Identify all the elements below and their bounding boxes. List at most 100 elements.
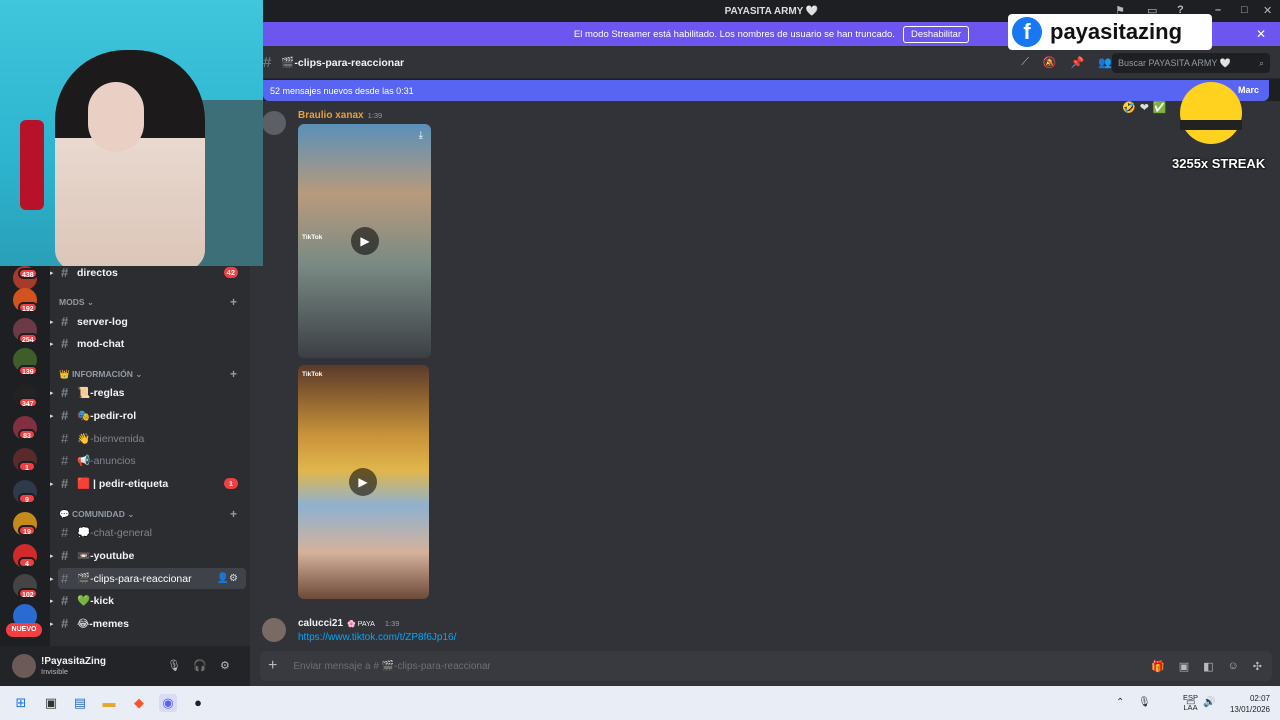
channel-kick[interactable]: ▸ # 💚-kick <box>50 590 246 611</box>
tray-chevron-icon[interactable]: ⌃ <box>1116 697 1124 708</box>
channel-server-log[interactable]: ▸ # server-log <box>50 311 246 332</box>
gear-icon[interactable]: ⚙ <box>220 659 230 672</box>
windows-start-icon[interactable]: ⊞ <box>12 694 30 712</box>
avatar[interactable] <box>12 654 36 678</box>
unread-indicator: ▸ <box>50 412 54 420</box>
unread-indicator: ▸ <box>50 318 54 326</box>
headphones-icon[interactable]: 🎧 <box>193 659 207 672</box>
channel-label: server-log <box>77 315 128 328</box>
add-attachment-icon[interactable]: + <box>268 657 277 675</box>
bee-stripe <box>1180 120 1242 130</box>
volume-icon[interactable]: 🔊 <box>1203 697 1215 708</box>
hash-icon: # <box>61 476 69 491</box>
taskbar: ⊞ ▣ ▤ ▬ ◆ ◉ ● ⌃ 🎙 ESP LAA ▭ 🔊 02:07 13/0… <box>0 686 1280 720</box>
banner-text: El modo Streamer está habilitado. Los no… <box>573 28 895 40</box>
unread-indicator: ▸ <box>50 340 54 348</box>
play-icon[interactable]: ▶ <box>351 227 379 255</box>
channel-chat-general[interactable]: # 💭-chat-general <box>58 522 246 543</box>
server-badge: 347 <box>18 397 38 408</box>
message-avatar[interactable] <box>262 111 286 135</box>
channel-memes[interactable]: ▸ # 😂-memes <box>50 613 246 634</box>
mic-tray-icon[interactable]: 🎙 <box>1138 697 1151 708</box>
message-link[interactable]: https://www.tiktok.com/t/ZP8f6Jp16/ <box>298 632 456 643</box>
search-placeholder: Buscar PAYASITA ARMY 🤍 <box>1118 57 1231 68</box>
channel-youtube[interactable]: ▸ # 📼-youtube <box>50 545 246 566</box>
new-messages-bar[interactable]: 52 mensajes nuevos desde las 0:31 Marc <box>263 80 1269 101</box>
mention-count: 42 <box>223 267 238 278</box>
hash-icon: # <box>263 53 272 71</box>
facebook-name: payasitazing <box>1050 19 1183 44</box>
channel-label: 📜-reglas <box>77 387 125 399</box>
channel-label: mod-chat <box>77 337 125 350</box>
sticker-icon[interactable]: ◧ <box>1203 660 1213 673</box>
tiktok-label: TikTok <box>302 234 323 241</box>
add-channel-icon[interactable]: + <box>230 367 237 381</box>
channel-pedir-rol[interactable]: ▸ # 🎭-pedir-rol <box>50 405 246 426</box>
channel-bienvenida[interactable]: # 👋-bienvenida <box>58 428 246 449</box>
apps-icon[interactable]: ✣ <box>1253 660 1262 673</box>
laugh-emoji-icon[interactable]: 🤣 <box>1122 101 1136 114</box>
message-avatar[interactable] <box>262 618 286 642</box>
close-icon[interactable]: ✕ <box>1256 27 1266 41</box>
message-input[interactable]: + Enviar mensaje a # 🎬-clips-para-reacci… <box>260 651 1272 681</box>
message-header: Braulio xanax 1:39 <box>298 110 382 121</box>
message-author[interactable]: calucci21 <box>298 618 343 629</box>
channel-reglas[interactable]: ▸ # 📜-reglas <box>50 382 246 403</box>
streak-text: 3255x STREAK <box>1172 156 1266 171</box>
play-icon[interactable]: ▶ <box>349 468 377 496</box>
network-icon[interactable]: ▭ <box>1186 697 1195 708</box>
brave-browser-icon[interactable]: ◆ <box>130 694 148 712</box>
video-embed[interactable]: TikTok ▶ <box>298 365 429 599</box>
download-icon[interactable]: ⤓ <box>419 130 423 141</box>
channel-label: 🎬-clips-para-reaccionar <box>77 573 192 585</box>
task-view-icon[interactable]: ▣ <box>42 694 60 712</box>
microphone-icon[interactable]: 🎙 <box>167 659 181 672</box>
category-informacion[interactable]: 👑 INFORMACIÓN ⌄ + <box>59 367 237 381</box>
heart-emoji-icon[interactable]: ❤ <box>1140 101 1149 114</box>
maximize-icon[interactable]: □ <box>1241 4 1248 16</box>
hash-icon: # <box>61 408 69 423</box>
window-title: PAYASITA ARMY 🤍 <box>724 5 819 17</box>
close-window-icon[interactable]: ✕ <box>1263 4 1272 17</box>
notification-bell-icon[interactable]: 🔕 <box>1043 56 1057 69</box>
user-info[interactable]: !PayasitaZing Invisible <box>36 656 106 676</box>
streamer-face <box>88 82 144 152</box>
category-mods[interactable]: MODS ⌄ + <box>59 295 237 309</box>
obs-icon[interactable]: ● <box>189 694 207 712</box>
facebook-overlay: f payasitazing <box>1008 14 1212 50</box>
file-explorer-icon[interactable]: ▬ <box>100 694 118 712</box>
threads-icon[interactable]: ⟋ <box>1021 56 1029 69</box>
webcam-overlay <box>0 0 263 266</box>
add-channel-icon[interactable]: + <box>230 507 237 521</box>
desktop-app-icon[interactable]: ▤ <box>71 694 89 712</box>
header-icons: ⟋ 🔕 📌 👥 <box>1021 56 1112 69</box>
unread-indicator: ▸ <box>50 575 54 583</box>
member-list-icon[interactable]: 👥 <box>1098 56 1112 69</box>
username: !PayasitaZing <box>41 656 107 667</box>
gift-icon[interactable]: 🎁 <box>1151 660 1165 673</box>
pin-icon[interactable]: 📌 <box>1071 56 1085 69</box>
channel-header: # 🎬-clips-para-reaccionar ⟋ 🔕 📌 👥 Buscar… <box>263 46 1280 79</box>
channel-pedir-etiqueta[interactable]: ▸ # 🟥 | pedir-etiqueta 1 <box>50 473 246 494</box>
channel-clips-para-reaccionar[interactable]: ▸ # 🎬-clips-para-reaccionar 👤⚙ <box>50 568 246 589</box>
clock[interactable]: 02:07 13/01/2026 <box>1230 693 1270 715</box>
server-badge: 102 <box>18 588 38 599</box>
gif-icon[interactable]: ▣ <box>1179 660 1189 673</box>
channel-label: 🟥 | pedir-etiqueta <box>77 478 169 490</box>
disable-streamer-button[interactable]: Deshabilitar <box>902 25 970 43</box>
add-channel-icon[interactable]: + <box>230 295 237 309</box>
category-comunidad[interactable]: 💬 COMUNIDAD ⌄ + <box>59 507 237 521</box>
channel-anuncios[interactable]: # 📢-anuncios <box>58 450 246 471</box>
discord-icon[interactable]: ◉ <box>159 694 177 712</box>
channel-mod-chat[interactable]: ▸ # mod-chat <box>50 333 246 354</box>
channel-settings-icons[interactable]: 👤⚙ <box>217 573 238 584</box>
server-badge: 83 <box>18 429 36 440</box>
hash-icon: # <box>61 593 69 608</box>
message-author[interactable]: Braulio xanax <box>298 110 364 121</box>
search-icon: ⌕ <box>1258 57 1264 68</box>
emoji-icon[interactable]: ☺ <box>1228 660 1239 673</box>
video-embed[interactable]: TikTok ▶ ⤓ <box>298 124 431 358</box>
mention-count: 1 <box>224 478 238 489</box>
search-input[interactable]: Buscar PAYASITA ARMY 🤍 ⌕ <box>1112 53 1270 73</box>
minimize-icon[interactable]: – <box>1215 4 1221 16</box>
